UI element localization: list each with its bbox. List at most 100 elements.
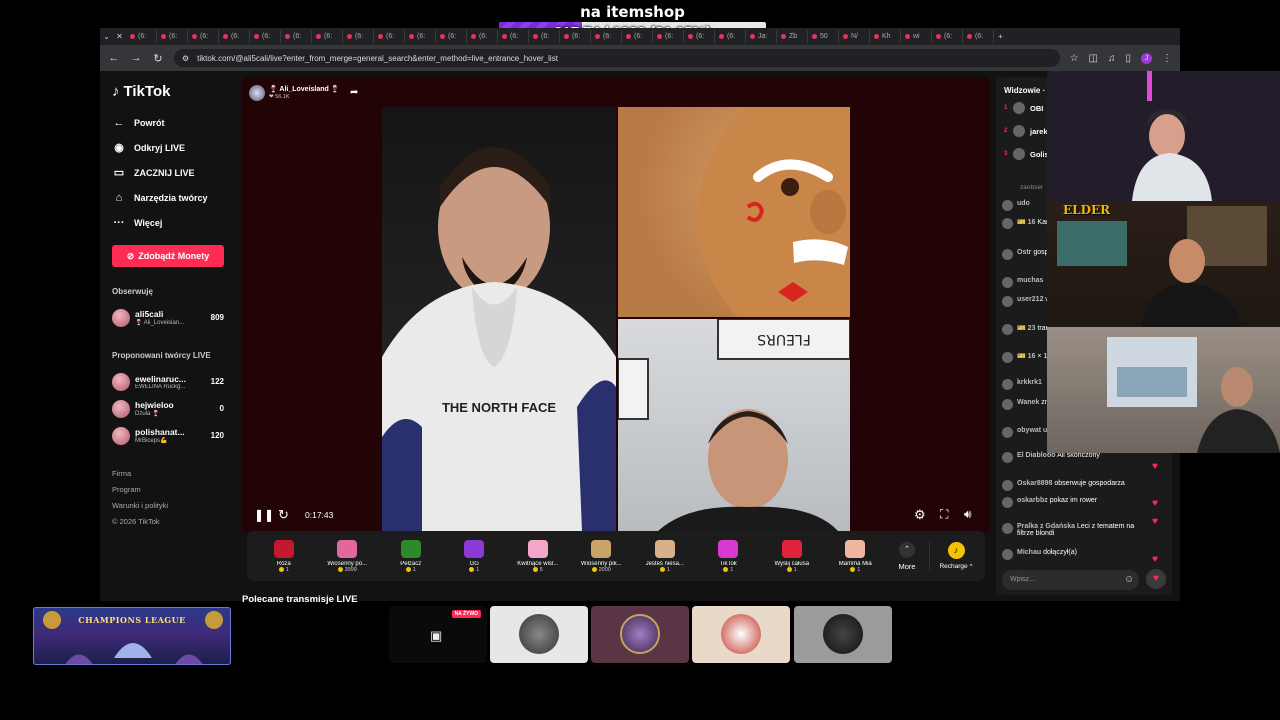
settings-icon[interactable]: ⚙ bbox=[914, 507, 926, 523]
chat-username[interactable]: Michau bbox=[1017, 549, 1041, 556]
volume-icon[interactable]: 🔊︎ bbox=[964, 507, 972, 522]
menu-kebab-icon[interactable]: ⋮ bbox=[1162, 53, 1172, 64]
host-avatar[interactable] bbox=[249, 85, 265, 101]
browser-tab[interactable]: (6: bbox=[126, 30, 157, 43]
forward-icon[interactable]: → bbox=[130, 52, 142, 64]
account-item[interactable]: hejwieloo Dżula 🍷 0 bbox=[112, 395, 224, 422]
browser-tab[interactable]: (6: bbox=[560, 30, 591, 43]
browser-tab[interactable]: (6: bbox=[374, 30, 405, 43]
chat-username[interactable]: El Diablooo bbox=[1017, 452, 1056, 459]
footer-link[interactable]: Program bbox=[112, 485, 240, 494]
bookmark-star-icon[interactable]: ☆ bbox=[1070, 53, 1079, 64]
sidebar-nav-item[interactable]: ▭ ZACZNIJ LIVE bbox=[112, 160, 240, 185]
tiktok-logo[interactable]: ♪ TikTok bbox=[112, 83, 240, 100]
top-viewer[interactable]: 1 OBI bbox=[1004, 102, 1043, 114]
gift-item[interactable]: Róża 1 bbox=[252, 539, 316, 573]
account-item[interactable]: ali5cali 🍷 Ali_Loveislan... 809 bbox=[112, 304, 224, 331]
browser-tab[interactable]: (6: bbox=[157, 30, 188, 43]
sidebar-nav-item[interactable]: ◉ Odkryj LIVE bbox=[112, 135, 240, 160]
account-item[interactable]: ewelinaruc... EWELINA Ruckg... 122 bbox=[112, 368, 224, 395]
get-coins-button[interactable]: ⊘ Zdobądź Monety bbox=[112, 245, 224, 267]
reload-icon[interactable]: ↻ bbox=[152, 52, 164, 65]
browser-tab[interactable]: (6: bbox=[653, 30, 684, 43]
browser-tab[interactable]: Kh bbox=[870, 30, 901, 43]
chat-username[interactable]: user212 bbox=[1017, 296, 1043, 303]
browser-tab[interactable]: 50 bbox=[808, 30, 839, 43]
chat-username[interactable]: 🎫 16 bbox=[1017, 219, 1035, 226]
tab-close-icon[interactable]: ✕ bbox=[113, 30, 126, 43]
gift-item[interactable]: GG 1 bbox=[443, 539, 507, 573]
chat-username[interactable]: krkkrk1 bbox=[1017, 379, 1042, 386]
footer-link[interactable]: © 2026 TikTok bbox=[112, 517, 240, 526]
emoji-icon[interactable]: ☺ bbox=[1124, 574, 1134, 585]
chat-username[interactable]: Oskar8898 bbox=[1017, 480, 1052, 487]
footer-link[interactable]: Warunki i polityki bbox=[112, 501, 240, 510]
new-tab-icon[interactable]: + bbox=[994, 30, 1007, 43]
sidebar-nav-item[interactable]: ⌂ Narzędzia twórcy bbox=[112, 185, 240, 210]
site-info-icon[interactable]: ⚙ bbox=[182, 54, 189, 63]
gift-item[interactable]: Mamma Mia 1 bbox=[824, 539, 888, 573]
chat-username[interactable]: udo bbox=[1017, 200, 1030, 207]
chat-username[interactable]: Wanek bbox=[1017, 399, 1039, 406]
browser-tab[interactable]: N/ bbox=[839, 30, 870, 43]
chat-username[interactable]: Pralka z Gdańska bbox=[1017, 523, 1075, 530]
browser-tab[interactable]: (6: bbox=[405, 30, 436, 43]
browser-tab[interactable]: (6: bbox=[529, 30, 560, 43]
pause-icon[interactable]: ❚❚ bbox=[254, 508, 274, 522]
top-viewer[interactable]: 3 Golis bbox=[1004, 148, 1049, 160]
browser-tab[interactable]: (6: bbox=[622, 30, 653, 43]
recommended-live-card[interactable] bbox=[490, 606, 588, 663]
browser-tab[interactable]: (6: bbox=[963, 30, 994, 43]
profile-avatar[interactable]: J bbox=[1141, 52, 1152, 64]
chat-username[interactable]: Ostr bbox=[1017, 249, 1031, 256]
chat-username[interactable]: obywat bbox=[1017, 427, 1041, 434]
chat-username[interactable]: 🎫 16 bbox=[1017, 353, 1035, 360]
recharge-button[interactable]: ♪ Recharge ^ bbox=[929, 542, 979, 570]
browser-tab[interactable]: (6: bbox=[250, 30, 281, 43]
browser-tab[interactable]: (6: bbox=[715, 30, 746, 43]
browser-tab[interactable]: (6: bbox=[498, 30, 529, 43]
sidebar-nav-item[interactable]: ··· Więcej bbox=[112, 210, 240, 235]
like-heart-button[interactable]: ♥ bbox=[1146, 569, 1166, 589]
sidebar-nav-item[interactable]: ← Powrót bbox=[112, 110, 240, 135]
sidebar-icon[interactable]: ▯ bbox=[1125, 53, 1131, 64]
browser-tab[interactable]: Zb bbox=[777, 30, 808, 43]
chat-input[interactable]: Wpisz... bbox=[1002, 570, 1139, 590]
browser-tab[interactable]: (6: bbox=[312, 30, 343, 43]
top-viewer[interactable]: 2 jarek bbox=[1004, 125, 1048, 137]
browser-tab[interactable]: (6: bbox=[343, 30, 374, 43]
more-gifts-button[interactable]: ⌃ More bbox=[887, 541, 927, 571]
gift-item[interactable]: Kwitnące wiśl... 5 bbox=[506, 539, 570, 573]
media-icon[interactable]: ♫ bbox=[1108, 53, 1116, 64]
browser-tab[interactable]: (6: bbox=[684, 30, 715, 43]
browser-tab[interactable]: (6: bbox=[281, 30, 312, 43]
tab-list-icon[interactable]: ⌄ bbox=[100, 30, 113, 43]
account-item[interactable]: polishanat... MrBiceps💪 120 bbox=[112, 422, 224, 449]
recommended-live-card[interactable] bbox=[692, 606, 790, 663]
share-icon[interactable]: ➦ bbox=[350, 87, 358, 98]
refresh-icon[interactable]: ↻ bbox=[278, 507, 289, 523]
footer-link[interactable]: Firma bbox=[112, 469, 240, 478]
gift-item[interactable]: Wiosenny po... 3999 bbox=[316, 539, 380, 573]
gift-item[interactable]: Wiosenny pik... 2000 bbox=[570, 539, 634, 573]
back-icon[interactable]: ← bbox=[108, 52, 120, 64]
browser-tab[interactable]: (6: bbox=[436, 30, 467, 43]
chat-username[interactable]: oskarbbz bbox=[1017, 497, 1048, 504]
browser-tab[interactable]: wi bbox=[901, 30, 932, 43]
recommended-live-card[interactable] bbox=[794, 606, 892, 663]
browser-tab[interactable]: (6: bbox=[591, 30, 622, 43]
extensions-icon[interactable]: ◫ bbox=[1089, 53, 1098, 64]
chat-username[interactable]: muchas bbox=[1017, 277, 1043, 284]
gift-item[interactable]: Pełzacz 1 bbox=[379, 539, 443, 573]
host-name[interactable]: 🍷 Ali_Loveisland 🍷 bbox=[269, 85, 339, 93]
gift-item[interactable]: Jesteś niesa... 1 bbox=[633, 539, 697, 573]
chat-username[interactable]: 🎫 23 bbox=[1017, 325, 1035, 332]
browser-tab[interactable]: Ja: bbox=[746, 30, 777, 43]
gift-item[interactable]: Wyślij całusa 1 bbox=[760, 539, 824, 573]
browser-tab[interactable]: (6: bbox=[467, 30, 498, 43]
browser-tab[interactable]: (6: bbox=[219, 30, 250, 43]
address-bar[interactable]: ⚙ tiktok.com/@ali5cali/live?enter_from_m… bbox=[174, 49, 1060, 67]
recommended-live-card[interactable] bbox=[591, 606, 689, 663]
viewers-header[interactable]: Widzowie · bbox=[1004, 86, 1045, 95]
gift-item[interactable]: TikTok 1 bbox=[697, 539, 761, 573]
